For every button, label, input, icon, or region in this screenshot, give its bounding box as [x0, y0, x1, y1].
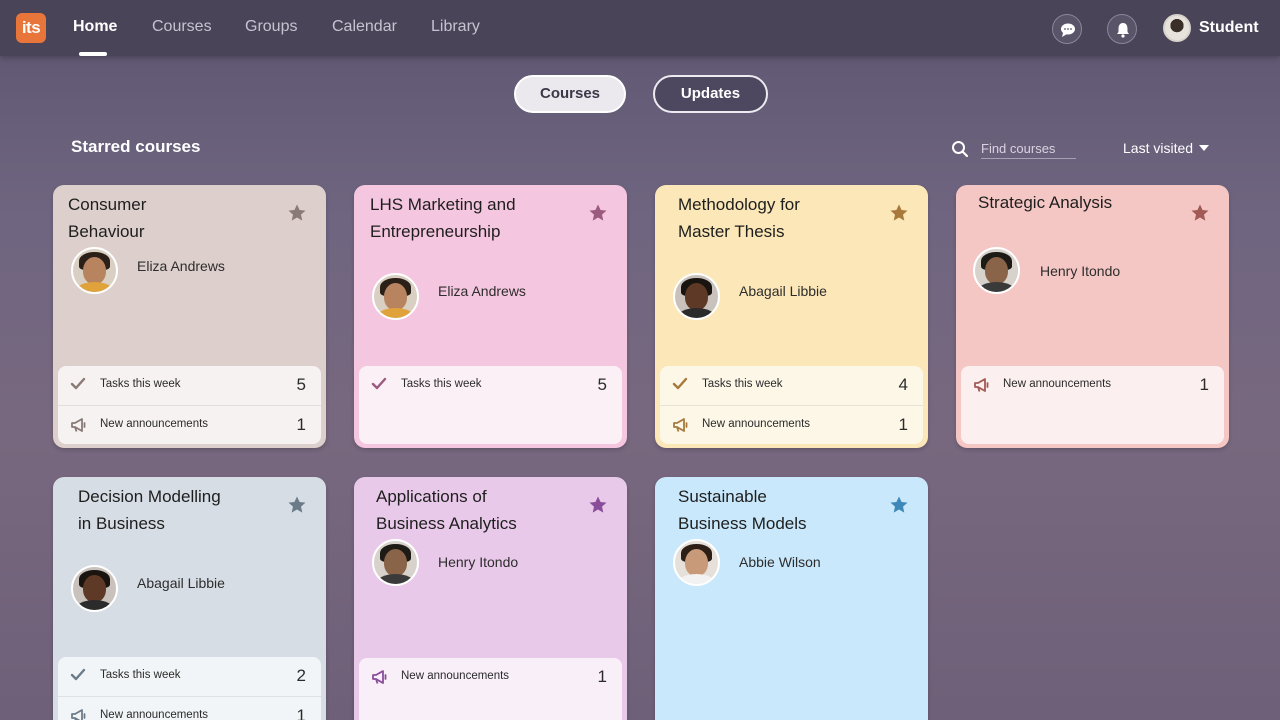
megaphone-icon: [974, 378, 989, 392]
stat-label: New announcements: [401, 670, 510, 682]
star-icon[interactable]: [588, 203, 608, 223]
section-title: Starred courses: [71, 137, 201, 156]
announcements-row[interactable]: New announcements 1: [58, 696, 321, 720]
course-stats: Tasks this week 4 New announcements 1: [660, 366, 923, 444]
nav-groups[interactable]: Groups: [245, 18, 297, 36]
tasks-row[interactable]: Tasks this week 5: [359, 366, 622, 405]
nav-calendar[interactable]: Calendar: [332, 18, 397, 36]
messages-button[interactable]: [1052, 14, 1082, 44]
course-stats: Tasks this week 5: [359, 366, 622, 444]
course-title[interactable]: Applications of Business Analytics: [376, 483, 517, 537]
stat-label: New announcements: [100, 709, 209, 720]
user-name[interactable]: Student: [1199, 19, 1259, 37]
check-icon: [70, 377, 86, 390]
avatar: [673, 273, 720, 320]
announcements-count: 1: [296, 415, 306, 434]
course-card[interactable]: Methodology for Master Thesis Abagail Li…: [655, 185, 928, 448]
course-title[interactable]: Methodology for Master Thesis: [678, 191, 800, 245]
course-card[interactable]: Decision Modelling in Business Abagail L…: [53, 477, 326, 720]
megaphone-icon: [673, 418, 688, 432]
course-stats: New announcements 1: [961, 366, 1224, 444]
teacher-name: Abbie Wilson: [739, 554, 821, 570]
course-card[interactable]: Strategic Analysis Henry Itondo New anno…: [956, 185, 1229, 448]
chevron-down-icon[interactable]: [1199, 145, 1209, 151]
star-icon[interactable]: [287, 203, 307, 223]
teacher-name: Eliza Andrews: [137, 258, 225, 274]
announcements-row[interactable]: New announcements 1: [961, 366, 1224, 405]
chat-bubble-icon: [1061, 23, 1075, 37]
megaphone-icon: [71, 709, 86, 720]
top-nav-bar: its Home Courses Groups Calendar Library…: [0, 0, 1280, 56]
course-stats: Tasks this week 2 New announcements 1: [58, 657, 321, 720]
star-icon[interactable]: [889, 203, 909, 223]
check-icon: [371, 377, 387, 390]
avatar: [973, 247, 1020, 294]
star-icon[interactable]: [287, 495, 307, 515]
stat-label: Tasks this week: [100, 378, 181, 390]
stat-label: Tasks this week: [401, 378, 482, 390]
updates-toggle-button[interactable]: Updates: [653, 75, 768, 113]
search-icon[interactable]: [951, 140, 969, 158]
stat-label: Tasks this week: [100, 669, 181, 681]
course-title[interactable]: Sustainable Business Models: [678, 483, 807, 537]
nav-active-indicator: [79, 52, 107, 56]
bell-icon: [1117, 23, 1129, 38]
teacher-name: Abagail Libbie: [137, 575, 225, 591]
course-card[interactable]: Applications of Business Analytics Henry…: [354, 477, 627, 720]
announcements-row[interactable]: New announcements 1: [58, 405, 321, 444]
announcements-count: 1: [898, 415, 908, 434]
find-courses-input[interactable]: [981, 139, 1076, 159]
tasks-count: 2: [296, 666, 306, 685]
user-avatar[interactable]: [1163, 14, 1191, 42]
course-title[interactable]: Strategic Analysis: [978, 189, 1112, 216]
course-title[interactable]: Consumer Behaviour: [68, 191, 146, 245]
tasks-row[interactable]: Tasks this week 4: [660, 366, 923, 405]
nav-home[interactable]: Home: [73, 18, 117, 36]
announcements-count: 1: [597, 667, 607, 686]
teacher-name: Henry Itondo: [438, 554, 519, 570]
check-icon: [70, 668, 86, 681]
announcements-count: 1: [1199, 375, 1209, 394]
stat-label: New announcements: [100, 418, 209, 430]
tasks-count: 5: [296, 375, 306, 394]
star-icon[interactable]: [1190, 203, 1210, 223]
notifications-button[interactable]: [1107, 14, 1137, 44]
course-stats: Tasks this week 5 New announcements 1: [58, 366, 321, 444]
teacher-name: Eliza Andrews: [438, 283, 526, 299]
teacher-name: Abagail Libbie: [739, 283, 827, 299]
course-card[interactable]: Sustainable Business Models Abbie Wilson: [655, 477, 928, 720]
check-icon: [672, 377, 688, 390]
teacher-name: Henry Itondo: [1040, 263, 1121, 279]
tasks-row[interactable]: Tasks this week 2: [58, 657, 321, 696]
avatar: [673, 539, 720, 586]
nav-library[interactable]: Library: [431, 18, 480, 36]
course-card[interactable]: Consumer Behaviour Eliza Andrews Tasks t…: [53, 185, 326, 448]
announcements-row[interactable]: New announcements 1: [359, 658, 622, 697]
avatar: [372, 273, 419, 320]
announcements-row[interactable]: New announcements 1: [660, 405, 923, 444]
sort-dropdown[interactable]: Last visited: [1123, 140, 1193, 156]
megaphone-icon: [71, 418, 86, 432]
course-stats: New announcements 1: [359, 658, 622, 720]
avatar: [71, 247, 118, 294]
megaphone-icon: [372, 670, 387, 684]
avatar: [372, 539, 419, 586]
stat-label: New announcements: [702, 418, 811, 430]
star-icon[interactable]: [889, 495, 909, 515]
courses-toggle-button[interactable]: Courses: [514, 75, 626, 113]
nav-courses[interactable]: Courses: [152, 18, 212, 36]
avatar: [71, 565, 118, 612]
stat-label: Tasks this week: [702, 378, 783, 390]
announcements-count: 1: [296, 706, 306, 720]
course-card[interactable]: LHS Marketing and Entrepreneurship Eliza…: [354, 185, 627, 448]
course-title[interactable]: Decision Modelling in Business: [78, 483, 221, 537]
stat-label: New announcements: [1003, 378, 1112, 390]
tasks-count: 4: [898, 375, 908, 394]
app-logo[interactable]: its: [16, 13, 46, 43]
star-icon[interactable]: [588, 495, 608, 515]
course-title[interactable]: LHS Marketing and Entrepreneurship: [370, 191, 516, 245]
tasks-row[interactable]: Tasks this week 5: [58, 366, 321, 405]
tasks-count: 5: [597, 375, 607, 394]
